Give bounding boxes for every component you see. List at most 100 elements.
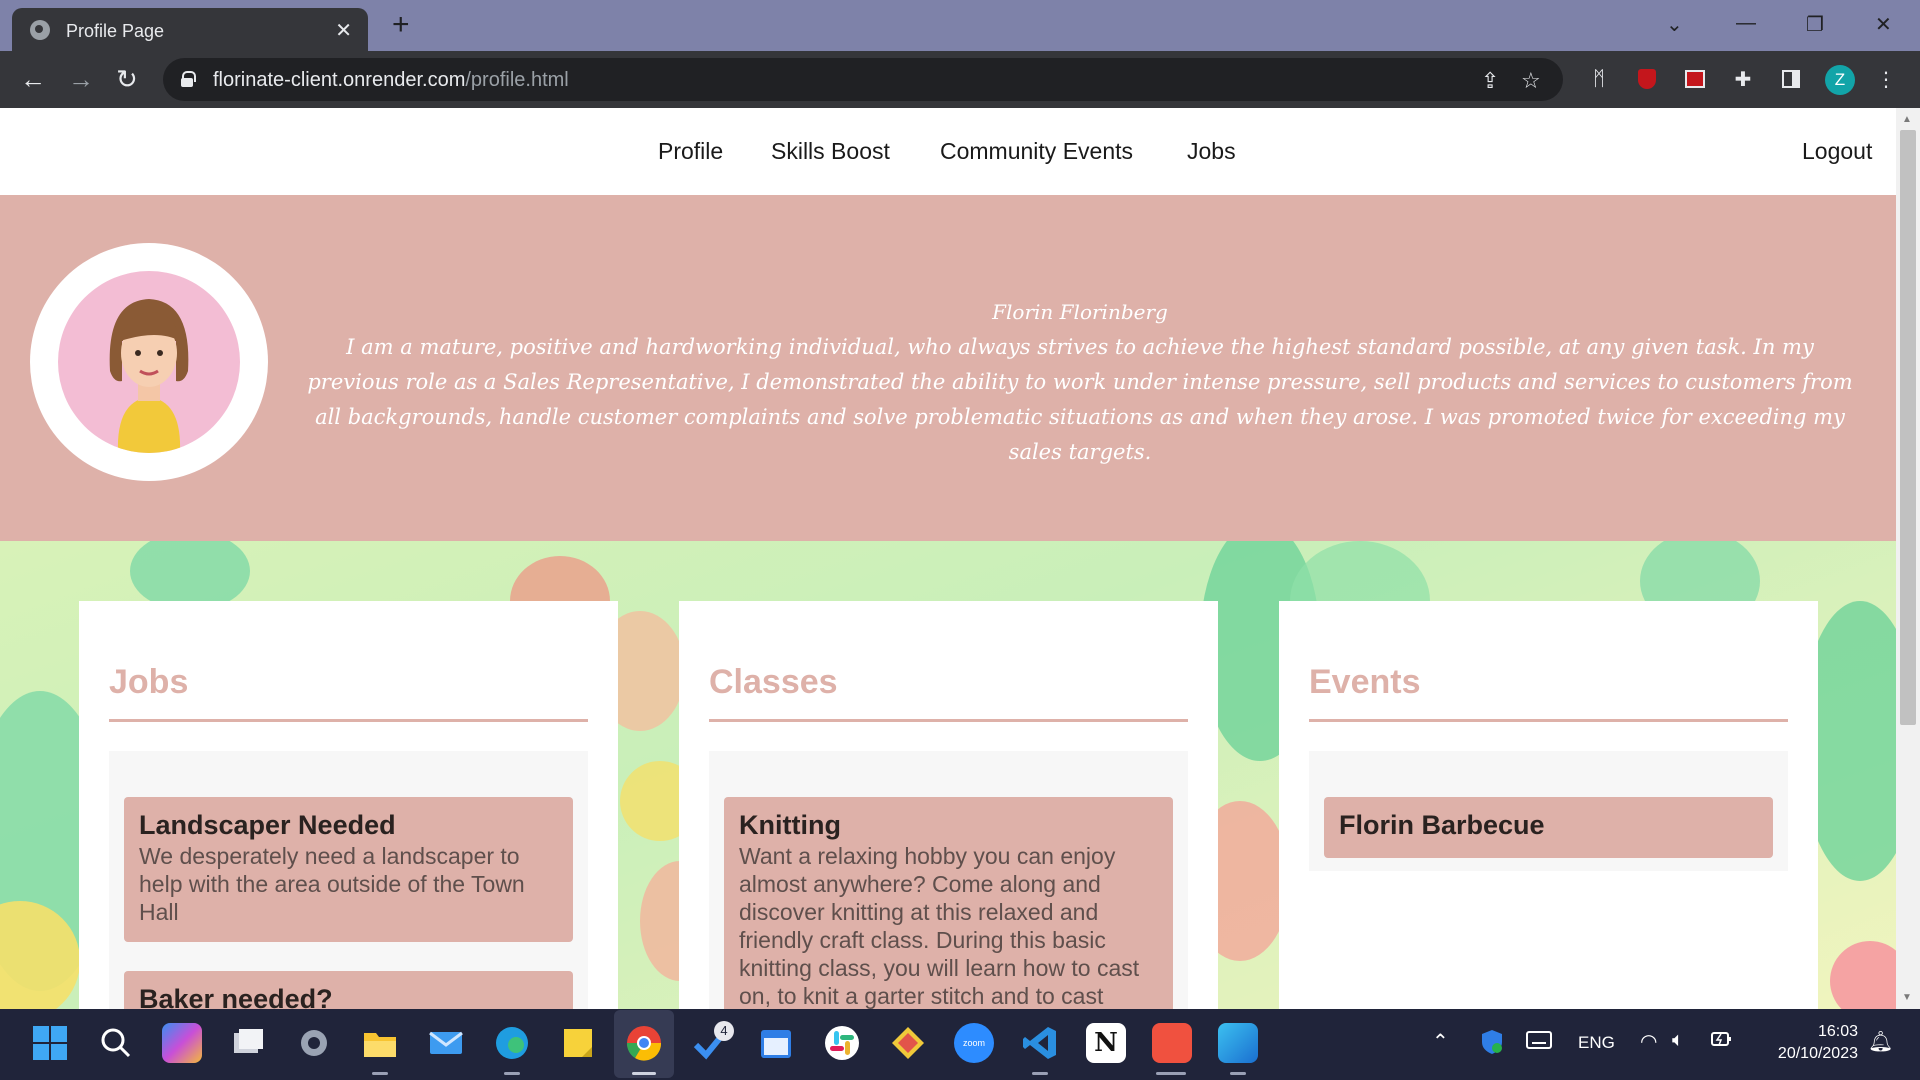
classes-heading: Classes [709,663,838,701]
floral-background: Jobs Landscaper Needed We desperately ne… [0,541,1896,1009]
malwarebytes-extension-icon[interactable]: ᛗ [1585,65,1613,93]
user-avatar-illustration [58,271,240,453]
minimize-button[interactable]: — [1736,12,1756,35]
globe-icon [30,20,50,40]
class-description: Want a relaxing hobby you can enjoy almo… [739,843,1140,1009]
scrollbar-thumb[interactable] [1900,130,1916,725]
job-title: Baker needed? [139,984,333,1009]
running-indicator [1230,1072,1246,1075]
calendar-icon[interactable] [756,1023,796,1063]
task-view-icon[interactable] [228,1023,268,1063]
nav-link-jobs[interactable]: Jobs [1187,138,1236,165]
notifications-bell-icon[interactable]: 🔔︎ [1868,1029,1893,1054]
new-tab-button[interactable]: + [392,10,410,40]
nav-link-skills-boost[interactable]: Skills Boost [771,138,890,165]
vscode-icon[interactable] [1020,1023,1060,1063]
active-indicator [632,1072,656,1075]
snipping-tool-icon[interactable] [1152,1023,1192,1063]
reload-icon[interactable]: ↻ [116,65,138,93]
job-item[interactable]: Landscaper Needed We desperately need a … [124,797,573,942]
extensions-puzzle-icon[interactable]: ✚ [1729,65,1757,93]
notion-icon[interactable]: N [1086,1023,1126,1063]
browser-tab-strip: Profile Page ✕ + ⌄ — ❐ ✕ [0,0,1920,51]
volume-icon[interactable]: 🔈︎ [1672,1029,1684,1052]
scroll-up-arrow-icon[interactable]: ▲ [1902,114,1912,125]
nav-link-profile[interactable]: Profile [658,138,723,165]
events-heading: Events [1309,663,1421,701]
running-indicator [1156,1072,1186,1075]
windows-security-shield-icon[interactable] [1480,1029,1504,1060]
address-bar[interactable]: florinate-client.onrender.com/profile.ht… [163,58,1563,101]
chrome-icon[interactable] [624,1023,664,1063]
back-icon[interactable]: ← [20,65,46,93]
wifi-icon[interactable]: ◠ [1640,1029,1657,1054]
event-item[interactable]: Florin Barbecue [1324,797,1773,858]
windows-taskbar: 4 zoom N ⌃ ENG ◠ 🔈︎ 16:03 20/10/2023 🔔︎ [0,1009,1920,1080]
job-item[interactable]: Baker needed? [124,971,573,1009]
side-panel-icon[interactable] [1777,65,1805,93]
menu-kebab-icon[interactable]: ⋮ [1872,65,1900,93]
profile-bio: Florin Florinberg I am a mature, positiv… [300,295,1860,470]
classes-list: Knitting Want a relaxing hobby you can e… [709,751,1188,1009]
mail-icon[interactable] [426,1023,466,1063]
classes-card: Classes Knitting Want a relaxing hobby y… [679,601,1218,1009]
show-hidden-icons-chevron[interactable]: ⌃ [1432,1029,1449,1054]
search-icon[interactable] [96,1023,136,1063]
site-navbar: Profile Skills Boost Community Events Jo… [0,108,1896,195]
job-description: We desperately need a landscaper to help… [139,843,525,925]
close-window-button[interactable]: ✕ [1875,12,1892,37]
class-item[interactable]: Knitting Want a relaxing hobby you can e… [724,797,1173,1009]
bookmark-star-icon[interactable]: ☆ [1521,68,1541,94]
git-client-icon[interactable] [888,1023,928,1063]
clock-time: 16:03 [1817,1023,1858,1040]
forward-icon[interactable]: → [68,65,94,93]
class-title: Knitting [739,810,841,840]
share-icon[interactable]: ⇪ [1481,68,1499,94]
jobs-heading: Jobs [109,663,189,701]
job-title: Landscaper Needed [139,810,396,840]
notification-badge: 4 [714,1021,734,1041]
screen-recorder-extension-icon[interactable] [1681,65,1709,93]
events-card: Events Florin Barbecue [1279,601,1818,1009]
logout-link[interactable]: Logout [1802,138,1872,165]
battery-charging-icon[interactable] [1710,1029,1734,1054]
tab-title: Profile Page [66,21,165,41]
clock-date: 20/10/2023 [1777,1045,1858,1062]
events-list: Florin Barbecue [1309,751,1788,871]
page-scrollbar[interactable]: ▲ ▼ [1896,108,1920,1009]
running-indicator [1032,1072,1048,1075]
system-clock[interactable]: 16:03 20/10/2023 [1758,1021,1858,1065]
nav-link-community-events[interactable]: Community Events [940,138,1133,165]
profile-avatar[interactable]: Z [1825,65,1855,95]
file-explorer-icon[interactable] [360,1023,400,1063]
profile-banner: Florin Florinberg I am a mature, positiv… [0,195,1896,541]
profile-name: Florin Florinberg [992,300,1168,324]
profile-bio-text: I am a mature, positive and hardworking … [307,335,1853,464]
slack-icon[interactable] [822,1023,862,1063]
ublock-extension-icon[interactable] [1633,65,1661,93]
close-tab-icon[interactable]: ✕ [335,18,352,43]
url-text[interactable]: florinate-client.onrender.com/profile.ht… [213,69,569,92]
maximize-button[interactable]: ❐ [1806,12,1824,37]
copilot-preview-icon[interactable] [162,1023,202,1063]
photos-icon[interactable] [1218,1023,1258,1063]
event-title: Florin Barbecue [1339,810,1545,840]
keyboard-icon[interactable] [1526,1031,1552,1054]
running-indicator [372,1072,388,1075]
scroll-down-arrow-icon[interactable]: ▼ [1902,992,1912,1003]
sticky-notes-icon[interactable] [558,1023,598,1063]
running-indicator [504,1072,520,1075]
lock-icon[interactable] [181,71,196,87]
profile-avatar-frame [30,243,268,481]
settings-gear-icon[interactable] [294,1023,334,1063]
divider [109,719,588,722]
browser-tab[interactable]: Profile Page ✕ [12,8,368,51]
page-viewport: Profile Skills Boost Community Events Jo… [0,108,1920,1009]
tab-search-icon[interactable]: ⌄ [1666,12,1683,37]
zoom-icon[interactable]: zoom [954,1023,994,1063]
input-language[interactable]: ENG [1578,1033,1615,1053]
edge-browser-icon[interactable] [492,1023,532,1063]
jobs-list: Landscaper Needed We desperately need a … [109,751,588,1009]
start-windows-icon[interactable] [30,1023,70,1063]
browser-toolbar: ← → ↻ florinate-client.onrender.com/prof… [0,51,1920,108]
